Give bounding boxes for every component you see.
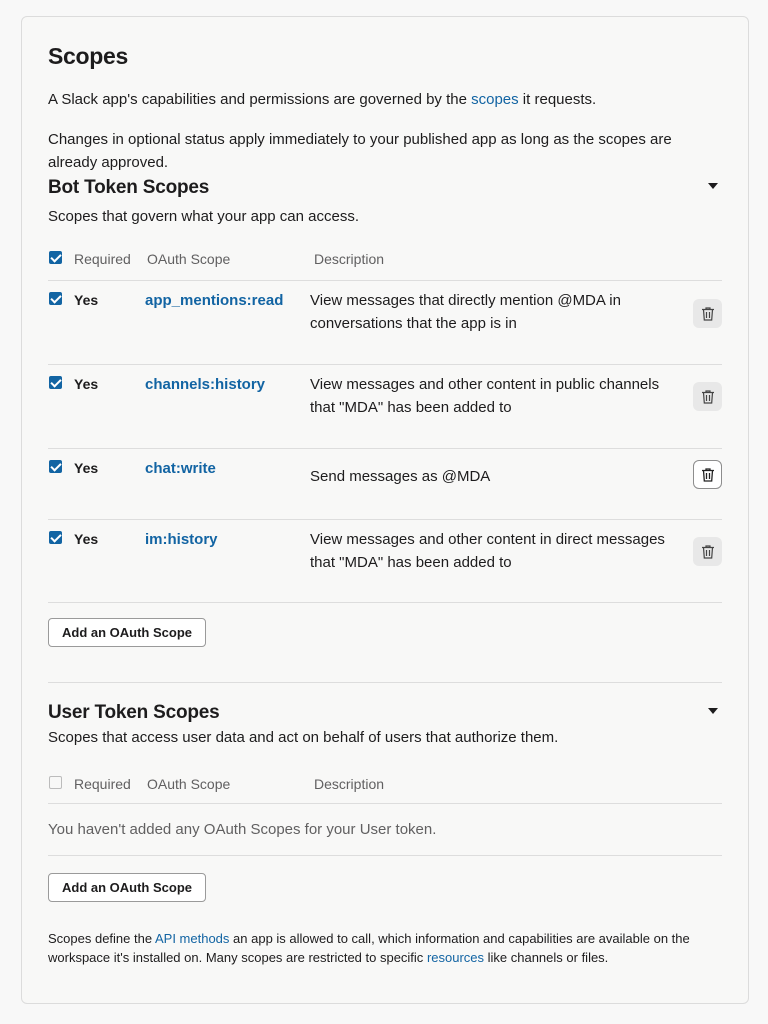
- oauth-scope-column-header: OAuth Scope: [147, 251, 231, 267]
- user-add-oauth-scope-button[interactable]: Add an OAuth Scope: [48, 873, 206, 902]
- description-column-header: Description: [314, 776, 385, 792]
- scope-description: View messages and other content in publi…: [310, 376, 660, 416]
- bot-header-checkbox[interactable]: [49, 251, 62, 264]
- user-scopes-collapse-icon[interactable]: [708, 708, 718, 714]
- scope-description: View messages and other content in direc…: [310, 531, 665, 571]
- scope-description: View messages that directly mention @MDA…: [310, 292, 621, 332]
- required-column-header: Required: [74, 251, 131, 267]
- resources-link[interactable]: resources: [427, 950, 484, 965]
- page-title: Scopes: [48, 43, 129, 69]
- footer-text: like channels or files.: [484, 950, 609, 965]
- scope-description: Send messages as @MDA: [310, 468, 491, 485]
- oauth-scope-column-header: OAuth Scope: [147, 776, 231, 792]
- required-value: Yes: [74, 292, 99, 308]
- trash-icon: [701, 306, 714, 321]
- bot-add-oauth-scope-button[interactable]: Add an OAuth Scope: [48, 618, 206, 647]
- scopes-footer-text: Scopes define the API methods an app is …: [48, 929, 724, 967]
- table-row: Yes im:history View messages and other c…: [48, 520, 722, 603]
- intro-text: A Slack app's capabilities and permissio…: [48, 91, 472, 108]
- table-row: Yes chat:write Send messages as @MDA: [48, 449, 722, 520]
- user-scopes-table-header: Required OAuth Scope Description: [48, 776, 722, 804]
- required-value: Yes: [74, 531, 99, 547]
- table-row: Yes channels:history View messages and o…: [48, 365, 722, 449]
- table-divider: [48, 855, 722, 856]
- required-value: Yes: [74, 376, 99, 392]
- intro-text-end: it requests.: [518, 91, 597, 108]
- scopes-note: Changes in optional status apply immedia…: [48, 131, 672, 171]
- scope-name[interactable]: im:history: [145, 531, 218, 548]
- scopes-card: Scopes A Slack app's capabilities and pe…: [21, 16, 749, 1004]
- required-checkbox[interactable]: [49, 292, 62, 305]
- bot-scopes-table-header: Required OAuth Scope Description: [48, 251, 722, 281]
- bot-scopes-title: Bot Token Scopes: [48, 177, 210, 198]
- trash-icon: [701, 467, 714, 482]
- user-scopes-empty-message: You haven't added any OAuth Scopes for y…: [48, 821, 437, 838]
- bot-scopes-collapse-icon[interactable]: [708, 183, 718, 189]
- delete-scope-button[interactable]: [693, 382, 722, 411]
- user-header-checkbox[interactable]: [49, 776, 62, 789]
- scope-name[interactable]: chat:write: [145, 460, 216, 477]
- required-checkbox[interactable]: [49, 460, 62, 473]
- required-checkbox[interactable]: [49, 376, 62, 389]
- scope-name[interactable]: channels:history: [145, 376, 265, 393]
- api-methods-link[interactable]: API methods: [155, 931, 229, 946]
- trash-icon: [701, 389, 714, 404]
- description-column-header: Description: [314, 251, 385, 267]
- user-scopes-title: User Token Scopes: [48, 702, 220, 723]
- section-divider: [48, 682, 722, 683]
- delete-scope-button[interactable]: [693, 299, 722, 328]
- user-scopes-subtitle: Scopes that access user data and act on …: [48, 729, 559, 746]
- required-checkbox[interactable]: [49, 531, 62, 544]
- delete-scope-button[interactable]: [693, 537, 722, 566]
- scope-name[interactable]: app_mentions:read: [145, 292, 283, 309]
- scopes-link[interactable]: scopes: [471, 91, 519, 108]
- delete-scope-button[interactable]: [693, 460, 722, 489]
- bot-scopes-subtitle: Scopes that govern what your app can acc…: [48, 208, 360, 225]
- required-value: Yes: [74, 460, 99, 476]
- footer-text: Scopes define the: [48, 931, 155, 946]
- scopes-intro: A Slack app's capabilities and permissio…: [48, 88, 596, 111]
- required-column-header: Required: [74, 776, 131, 792]
- trash-icon: [701, 544, 714, 559]
- table-row: Yes app_mentions:read View messages that…: [48, 281, 722, 365]
